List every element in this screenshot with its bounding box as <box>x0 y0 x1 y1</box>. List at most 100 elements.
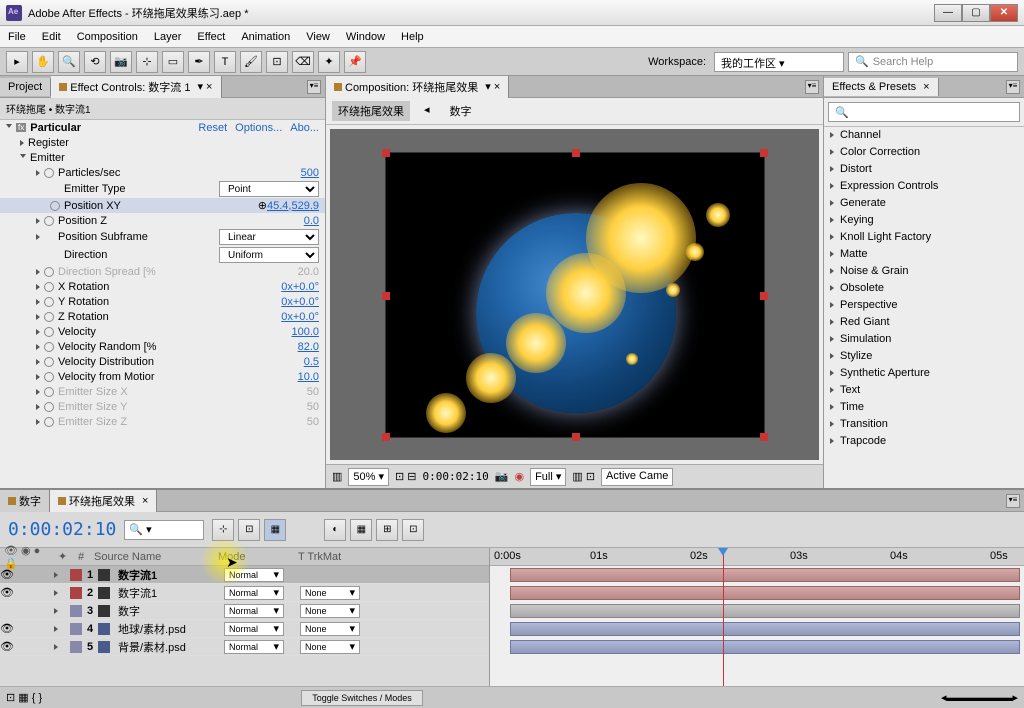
preset-search-input[interactable]: 🔍 <box>828 102 1020 122</box>
preset-category[interactable]: Obsolete <box>824 280 1024 297</box>
panel-menu-icon[interactable]: ▾≡ <box>1006 494 1020 508</box>
timeline-search[interactable]: 🔍 ▾ <box>124 520 204 540</box>
vel-random-value[interactable]: 82.0 <box>298 341 319 353</box>
rotate-tool[interactable]: ⟲ <box>84 51 106 73</box>
anchor-tool[interactable]: ⊹ <box>136 51 158 73</box>
menu-composition[interactable]: Composition <box>77 31 138 43</box>
preset-category[interactable]: Noise & Grain <box>824 263 1024 280</box>
brush-tool[interactable]: 🖌 <box>240 51 262 73</box>
pos-subframe-select[interactable]: Linear <box>219 229 319 245</box>
menu-animation[interactable]: Animation <box>241 31 290 43</box>
stamp-tool[interactable]: ⊡ <box>266 51 288 73</box>
project-tab[interactable]: Project <box>0 78 51 96</box>
menu-effect[interactable]: Effect <box>197 31 225 43</box>
preset-category[interactable]: Trapcode <box>824 433 1024 450</box>
preset-category[interactable]: Keying <box>824 212 1024 229</box>
preset-category[interactable]: Text <box>824 382 1024 399</box>
rect-tool[interactable]: ▭ <box>162 51 184 73</box>
y-rotation-value[interactable]: 0x+0.0° <box>281 296 319 308</box>
effects-presets-tab[interactable]: Effects & Presets× <box>824 78 939 96</box>
viewer-time[interactable]: 0:00:02:10 <box>423 470 489 483</box>
playhead[interactable] <box>723 548 724 686</box>
timeline-layer-row[interactable]: 👁5背景/素材.psdNormal ▾None ▾ <box>0 638 489 656</box>
maximize-button[interactable]: ▢ <box>962 4 990 22</box>
preset-category[interactable]: Stylize <box>824 348 1024 365</box>
menu-file[interactable]: File <box>8 31 26 43</box>
panel-menu-icon[interactable]: ▾≡ <box>805 80 819 94</box>
composition-tab[interactable]: Composition: 环绕拖尾效果▾ × <box>326 76 509 98</box>
panel-menu-icon[interactable]: ▾≡ <box>1006 80 1020 94</box>
preset-category[interactable]: Transition <box>824 416 1024 433</box>
tl-btn-7[interactable]: ⊡ <box>402 519 424 541</box>
stopwatch-icon[interactable] <box>44 168 54 178</box>
preset-category[interactable]: Distort <box>824 161 1024 178</box>
vel-motion-value[interactable]: 10.0 <box>298 371 319 383</box>
preset-category[interactable]: Expression Controls <box>824 178 1024 195</box>
particles-sec-value[interactable]: 500 <box>301 167 319 179</box>
emitter-type-select[interactable]: Point <box>219 181 319 197</box>
stopwatch-icon[interactable] <box>44 312 54 322</box>
timeline-tab-2[interactable]: 环绕拖尾效果× <box>50 490 157 512</box>
menu-edit[interactable]: Edit <box>42 31 61 43</box>
workspace-select[interactable]: 我的工作区 ▾ <box>714 52 844 72</box>
tl-btn-5[interactable]: ▦ <box>350 519 372 541</box>
layer-bar[interactable] <box>510 586 1020 600</box>
comp-subtab-main[interactable]: 环绕拖尾效果 <box>332 101 410 121</box>
velocity-value[interactable]: 100.0 <box>291 326 319 338</box>
tl-btn-3[interactable]: ▦ <box>264 519 286 541</box>
tl-btn-1[interactable]: ⊹ <box>212 519 234 541</box>
menu-window[interactable]: Window <box>346 31 385 43</box>
tl-btn-2[interactable]: ⊡ <box>238 519 260 541</box>
timeline-layer-row[interactable]: 👁4地球/素材.psdNormal ▾None ▾ <box>0 620 489 638</box>
options-link[interactable]: Options... <box>235 122 282 134</box>
stopwatch-icon[interactable] <box>44 216 54 226</box>
timeline-layer-row[interactable]: 3数字Normal ▾None ▾ <box>0 602 489 620</box>
minimize-button[interactable]: — <box>934 4 962 22</box>
emitter-group[interactable]: Emitter <box>30 152 65 164</box>
timeline-current-time[interactable]: 0:00:02:10 <box>8 519 116 540</box>
stopwatch-icon[interactable] <box>44 342 54 352</box>
preset-category[interactable]: Time <box>824 399 1024 416</box>
x-rotation-value[interactable]: 0x+0.0° <box>281 281 319 293</box>
position-xy-value[interactable]: 45.4,529.9 <box>267 200 319 212</box>
comp-subtab-secondary[interactable]: 数字 <box>444 101 478 121</box>
z-rotation-value[interactable]: 0x+0.0° <box>281 311 319 323</box>
timeline-ruler[interactable]: 0:00s 01s 02s 03s 04s 05s <box>490 548 1024 566</box>
eraser-tool[interactable]: ⌫ <box>292 51 314 73</box>
layer-bar[interactable] <box>510 604 1020 618</box>
selection-tool[interactable]: ▸ <box>6 51 28 73</box>
pen-tool[interactable]: ✒ <box>188 51 210 73</box>
stopwatch-icon[interactable] <box>44 297 54 307</box>
view-select[interactable]: Active Came <box>601 468 673 486</box>
camera-tool[interactable]: 📷 <box>110 51 132 73</box>
roto-tool[interactable]: ✦ <box>318 51 340 73</box>
layer-bar[interactable] <box>510 622 1020 636</box>
reset-link[interactable]: Reset <box>198 122 227 134</box>
menu-layer[interactable]: Layer <box>154 31 182 43</box>
menu-help[interactable]: Help <box>401 31 424 43</box>
preset-category[interactable]: Red Giant <box>824 314 1024 331</box>
puppet-tool[interactable]: 📌 <box>344 51 366 73</box>
stopwatch-icon[interactable] <box>50 201 60 211</box>
camera-icon[interactable]: 📷 <box>495 470 509 483</box>
menu-view[interactable]: View <box>306 31 330 43</box>
timeline-layer-row[interactable]: 👁1数字流1Normal ▾ <box>0 566 489 584</box>
effect-controls-tab[interactable]: Effect Controls: 数字流 1▾ × <box>51 76 221 98</box>
composition-viewer[interactable] <box>330 129 819 460</box>
panel-menu-icon[interactable]: ▾≡ <box>307 80 321 94</box>
resolution-select[interactable]: Full ▾ <box>530 468 566 486</box>
timeline-tab-1[interactable]: 数字 <box>0 490 50 512</box>
hand-tool[interactable]: ✋ <box>32 51 54 73</box>
stopwatch-icon[interactable] <box>44 357 54 367</box>
direction-select[interactable]: Uniform <box>219 247 319 263</box>
timeline-layer-row[interactable]: 👁2数字流1Normal ▾None ▾ <box>0 584 489 602</box>
preset-category[interactable]: Generate <box>824 195 1024 212</box>
text-tool[interactable]: T <box>214 51 236 73</box>
zoom-tool[interactable]: 🔍 <box>58 51 80 73</box>
stopwatch-icon[interactable] <box>44 372 54 382</box>
preset-category[interactable]: Matte <box>824 246 1024 263</box>
layer-bar[interactable] <box>510 640 1020 654</box>
vel-dist-value[interactable]: 0.5 <box>304 356 319 368</box>
zoom-select[interactable]: 50% ▾ <box>348 468 389 486</box>
about-link[interactable]: Abo... <box>290 122 319 134</box>
